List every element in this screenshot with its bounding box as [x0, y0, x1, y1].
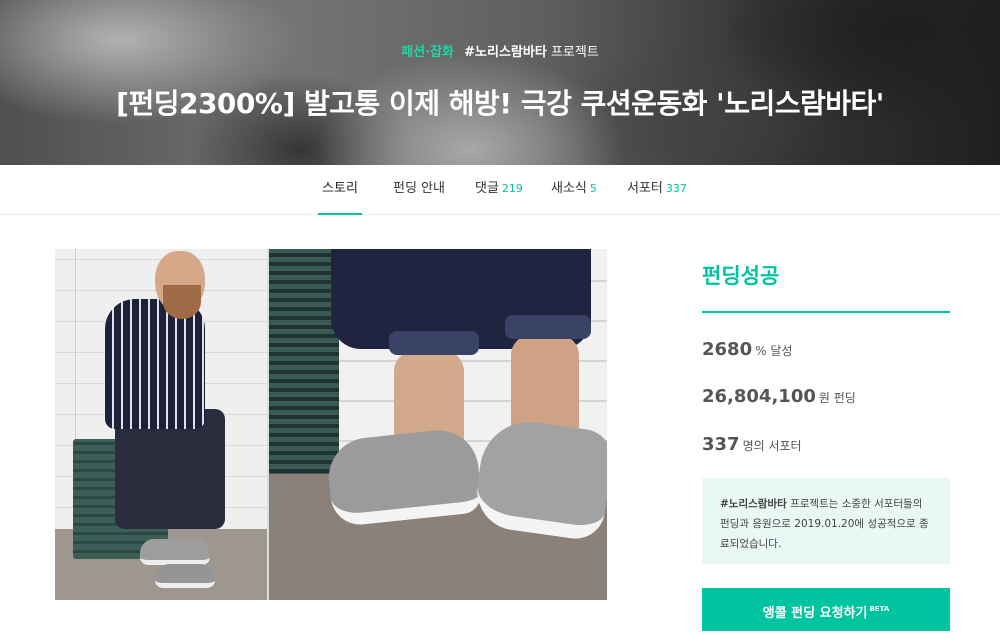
stat-value: 2680: [702, 339, 753, 360]
tab-label: 펀딩 안내: [393, 181, 445, 196]
supporter-count: 337 명의 서포터: [702, 434, 802, 455]
category-link[interactable]: 패션·잡화: [401, 45, 454, 60]
shoe: [140, 539, 210, 565]
funded-amount: 26,804,100 원 펀딩: [702, 386, 856, 407]
shoe: [155, 564, 215, 588]
notice-maker: #노리스람바타: [720, 498, 787, 510]
tab-news[interactable]: 새소식 5: [551, 165, 597, 215]
tab-bar: 스토리 펀딩 안내 댓글 219 새소식 5 서포터 337: [0, 165, 1000, 215]
achievement-rate: 2680% 달성: [702, 339, 792, 360]
model-sweater: [105, 299, 205, 429]
page-title: [펀딩2300%] 발고통 이제 해방! 극강 쿠션운동화 '노리스람바타': [116, 87, 884, 120]
status-divider: [702, 311, 950, 313]
photo-model-sitting: [55, 249, 267, 600]
tab-label: 새소식: [551, 181, 587, 196]
encore-request-button[interactable]: 앵콜 펀딩 요청하기 BETA: [702, 588, 950, 631]
hero-banner: 패션·잡화 #노리스람바타 프로젝트 [펀딩2300%] 발고통 이제 해방! …: [0, 0, 1000, 165]
tab-count: 5: [589, 182, 597, 195]
hero-tags: 패션·잡화 #노리스람바타 프로젝트: [0, 41, 1000, 60]
maker-suffix: 프로젝트: [550, 45, 599, 60]
tab-comments[interactable]: 댓글 219: [475, 165, 523, 215]
tab-funding-info[interactable]: 펀딩 안내: [393, 165, 445, 215]
stat-unit: % 달성: [755, 344, 793, 358]
completion-notice: #노리스람바타 프로젝트는 소중한 서포터들의 펀딩과 응원으로 2019.01…: [702, 478, 950, 564]
tab-label: 스토리: [322, 181, 358, 196]
beta-badge: BETA: [869, 605, 890, 613]
main-product-image: [55, 249, 607, 600]
photo-shoes-closeup: [269, 249, 607, 600]
tab-count: 337: [665, 182, 687, 195]
stat-value: 337: [702, 434, 740, 455]
shoe: [324, 426, 484, 528]
tab-story[interactable]: 스토리: [318, 165, 362, 215]
tab-supporters[interactable]: 서포터 337: [627, 165, 687, 215]
tab-label: 댓글: [475, 181, 499, 196]
jeans-cuff: [389, 331, 479, 355]
maker-link[interactable]: #노리스람바타 프로젝트: [464, 45, 599, 60]
tab-label: 서포터: [627, 181, 663, 196]
stat-unit: 원 펀딩: [818, 391, 856, 405]
button-label: 앵콜 펀딩 요청하기: [762, 606, 868, 621]
stat-unit: 명의 서포터: [742, 439, 802, 453]
funding-status: 펀딩성공: [702, 264, 780, 288]
tab-count: 219: [501, 182, 523, 195]
model-beard: [163, 285, 201, 319]
jeans-cuff: [505, 315, 591, 339]
maker-name[interactable]: #노리스람바타: [464, 45, 547, 60]
stat-value: 26,804,100: [702, 386, 816, 407]
